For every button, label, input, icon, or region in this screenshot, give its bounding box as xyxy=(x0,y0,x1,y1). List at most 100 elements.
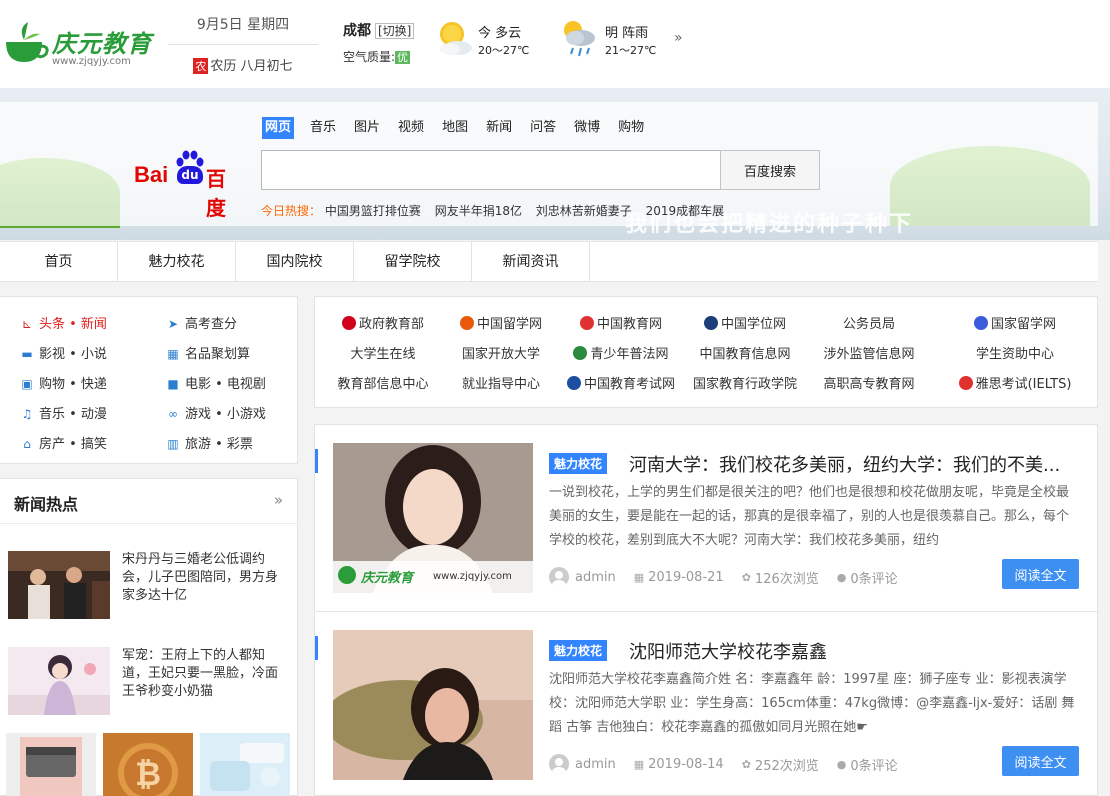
quick-link-games[interactable]: ∞ 游戏 • 小游戏 xyxy=(166,403,266,422)
edu-link[interactable]: 中国教育信息网 xyxy=(685,343,805,362)
hot-search-link[interactable]: 刘忠林苦新婚妻子 xyxy=(536,204,632,218)
article-category-tag[interactable]: 魅力校花 xyxy=(549,640,608,661)
news-divider xyxy=(0,523,298,524)
edu-link[interactable]: 大学生在线 xyxy=(323,343,443,362)
city-switch-link[interactable]: [切换] xyxy=(375,23,415,39)
date-block: 9月5日 星期四 农农历 八月初七 xyxy=(168,14,318,74)
comments-text: 0条评论 xyxy=(850,571,898,587)
site-favicon-icon xyxy=(973,316,988,330)
edu-link[interactable]: 国家开放大学 xyxy=(441,343,561,362)
edu-link[interactable]: 涉外监管信息网 xyxy=(809,343,929,362)
quick-link-label: 名品聚划算 xyxy=(185,347,251,362)
edu-link[interactable]: 中国留学网 xyxy=(441,313,561,332)
nav-overseas-schools[interactable]: 留学院校 xyxy=(354,242,472,282)
nav-news[interactable]: 新闻资讯 xyxy=(472,242,590,282)
news-headline[interactable]: 军宠：王府上下的人都知道，王妃只要一黑脸，冷面王爷秒变小奶猫 xyxy=(122,647,288,701)
weather-more-icon[interactable]: » xyxy=(674,30,683,46)
news-item[interactable]: 军宠：王府上下的人都知道，王妃只要一黑脸，冷面王爷秒变小奶猫 xyxy=(8,647,288,717)
article-title[interactable]: 河南大学：我们校花多美丽，纽约大学：我们的不美... xyxy=(629,451,1069,477)
bitcoin-thumbnail[interactable]: ₿ xyxy=(103,733,193,796)
quick-link-label: 音乐 • 动漫 xyxy=(39,407,107,422)
article-image[interactable]: 庆元教育 www.zjqyjy.com xyxy=(333,443,533,593)
hot-search-link[interactable]: 中国男篮打排位赛 xyxy=(325,204,421,218)
edu-link[interactable]: 学生资助中心 xyxy=(955,343,1075,362)
baidu-logo-cn: 百度 xyxy=(206,167,226,220)
baidu-search-button[interactable]: 百度搜索 xyxy=(720,150,820,190)
edu-link[interactable]: 中国教育网 xyxy=(561,313,681,332)
quick-link-label: 高考查分 xyxy=(185,317,238,332)
edu-link[interactable]: 国家留学网 xyxy=(955,313,1075,332)
search-tab-video[interactable]: 视频 xyxy=(398,117,424,139)
quick-link-gaokao[interactable]: ➤ 高考查分 xyxy=(166,313,237,332)
search-tab-map[interactable]: 地图 xyxy=(442,117,468,139)
edu-link[interactable]: 中国学位网 xyxy=(685,313,805,332)
article-comments[interactable]: ● 0条评论 xyxy=(837,568,898,587)
search-tab-shopping[interactable]: 购物 xyxy=(618,117,644,139)
weather-today-temp: 20～27℃ xyxy=(478,44,530,57)
quick-link-deals[interactable]: ▦ 名品聚划算 xyxy=(166,343,250,362)
search-tab-qa[interactable]: 问答 xyxy=(530,117,556,139)
baidu-logo-text: Bai xyxy=(134,162,169,187)
search-tab-weibo[interactable]: 微博 xyxy=(574,117,600,139)
hot-search-link[interactable]: 2019成都车展 xyxy=(646,204,725,218)
edu-link[interactable]: 国家教育行政学院 xyxy=(685,373,805,392)
read-more-button[interactable]: 阅读全文 xyxy=(1002,559,1079,589)
quick-link-tv[interactable]: ■ 电影 • 电视剧 xyxy=(166,373,266,392)
sun-cloud-icon xyxy=(440,22,472,55)
rain-cloud-icon xyxy=(564,21,595,57)
news-hot-title: 新闻热点 xyxy=(14,495,79,514)
edu-link[interactable]: 中国教育考试网 xyxy=(561,373,681,392)
search-tab-music[interactable]: 音乐 xyxy=(310,117,336,139)
baidu-logo[interactable]: Bai du 百度 xyxy=(134,150,244,220)
search-tab-web[interactable]: 网页 xyxy=(262,117,295,139)
nav-campus-belles[interactable]: 魅力校花 xyxy=(118,242,236,282)
edu-link[interactable]: 高职高专教育网 xyxy=(809,373,929,392)
lunar-text: 农历 八月初七 xyxy=(210,59,293,74)
news-item[interactable]: 宋丹丹与三婚老公低调约会，儿子巴图陪同，男方身家多达十亿 xyxy=(8,551,288,621)
quick-link-travel[interactable]: ▥ 旅游 • 彩票 xyxy=(166,433,253,452)
cosmetics-thumbnail[interactable] xyxy=(200,733,290,796)
site-favicon-icon xyxy=(573,346,588,360)
search-tab-images[interactable]: 图片 xyxy=(354,117,380,139)
nav-domestic-schools[interactable]: 国内院校 xyxy=(236,242,354,282)
paw-icon: ✿ xyxy=(741,570,751,584)
edu-link[interactable]: 政府教育部 xyxy=(323,313,443,332)
edu-link[interactable]: 雅思考试(IELTS) xyxy=(955,373,1075,392)
logo-url: www.zjqyjy.com xyxy=(52,56,131,67)
map-icon: ▥ xyxy=(167,437,179,451)
education-links-panel: 政府教育部 中国留学网 中国教育网 中国学位网 公务员局 国家留学网大学生在线 国家开放大学… xyxy=(314,296,1098,408)
edu-link-label: 国家教育行政学院 xyxy=(692,377,797,392)
edu-link[interactable]: 公务员局 xyxy=(809,313,929,332)
news-more-icon[interactable]: » xyxy=(274,491,283,509)
site-favicon-icon xyxy=(459,316,474,330)
article-author[interactable]: admin xyxy=(549,754,616,774)
edu-link[interactable]: 教育部信息中心 xyxy=(323,373,443,392)
article-list: 庆元教育 www.zjqyjy.com 魅力校花 河南大学：我们校花多美丽，纽约… xyxy=(314,424,1099,796)
edu-link-label: 涉外监管信息网 xyxy=(823,347,915,362)
article-comments[interactable]: ● 0条评论 xyxy=(837,755,898,774)
edu-link[interactable]: 青少年普法网 xyxy=(561,343,681,362)
article-image[interactable] xyxy=(333,630,533,780)
site-logo[interactable]: 庆元教育 www.zjqyjy.com xyxy=(0,12,160,68)
quick-link-realestate[interactable]: ⌂ 房产 • 搞笑 xyxy=(20,433,107,452)
article-author[interactable]: admin xyxy=(549,567,616,587)
search-tab-news[interactable]: 新闻 xyxy=(486,117,512,139)
article-views: ✿ 252次浏览 xyxy=(742,755,819,774)
edu-link[interactable]: 就业指导中心 xyxy=(441,373,561,392)
quick-link-headlines[interactable]: ⊾ 头条 • 新闻 xyxy=(20,313,107,332)
quick-link-label: 游戏 • 小游戏 xyxy=(185,407,266,422)
quick-link-music[interactable]: ♫ 音乐 • 动漫 xyxy=(20,403,107,422)
article-title[interactable]: 沈阳师范大学校花李嘉鑫 xyxy=(629,638,1069,664)
hot-search-link[interactable]: 网友半年捐18亿 xyxy=(435,204,522,218)
card-thumbnail[interactable] xyxy=(6,733,96,796)
quick-link-shopping[interactable]: ▣ 购物 • 快递 xyxy=(20,373,107,392)
nav-home[interactable]: 首页 xyxy=(0,242,118,282)
article-category-tag[interactable]: 魅力校花 xyxy=(549,453,608,474)
search-input[interactable] xyxy=(261,150,721,190)
news-headline[interactable]: 宋丹丹与三婚老公低调约会，儿子巴图陪同，男方身家多达十亿 xyxy=(122,551,288,605)
read-more-button[interactable]: 阅读全文 xyxy=(1002,746,1079,776)
views-text: 252次浏览 xyxy=(754,758,819,774)
quick-link-movies-novels[interactable]: ▬ 影视 • 小说 xyxy=(20,343,107,362)
quick-links-panel: ⊾ 头条 • 新闻 ➤ 高考查分 ▬ 影视 • 小说 ▦ 名品聚划算 ▣ 购物 • 快递 … xyxy=(0,296,298,464)
edu-link-label: 中国教育信息网 xyxy=(699,347,791,362)
